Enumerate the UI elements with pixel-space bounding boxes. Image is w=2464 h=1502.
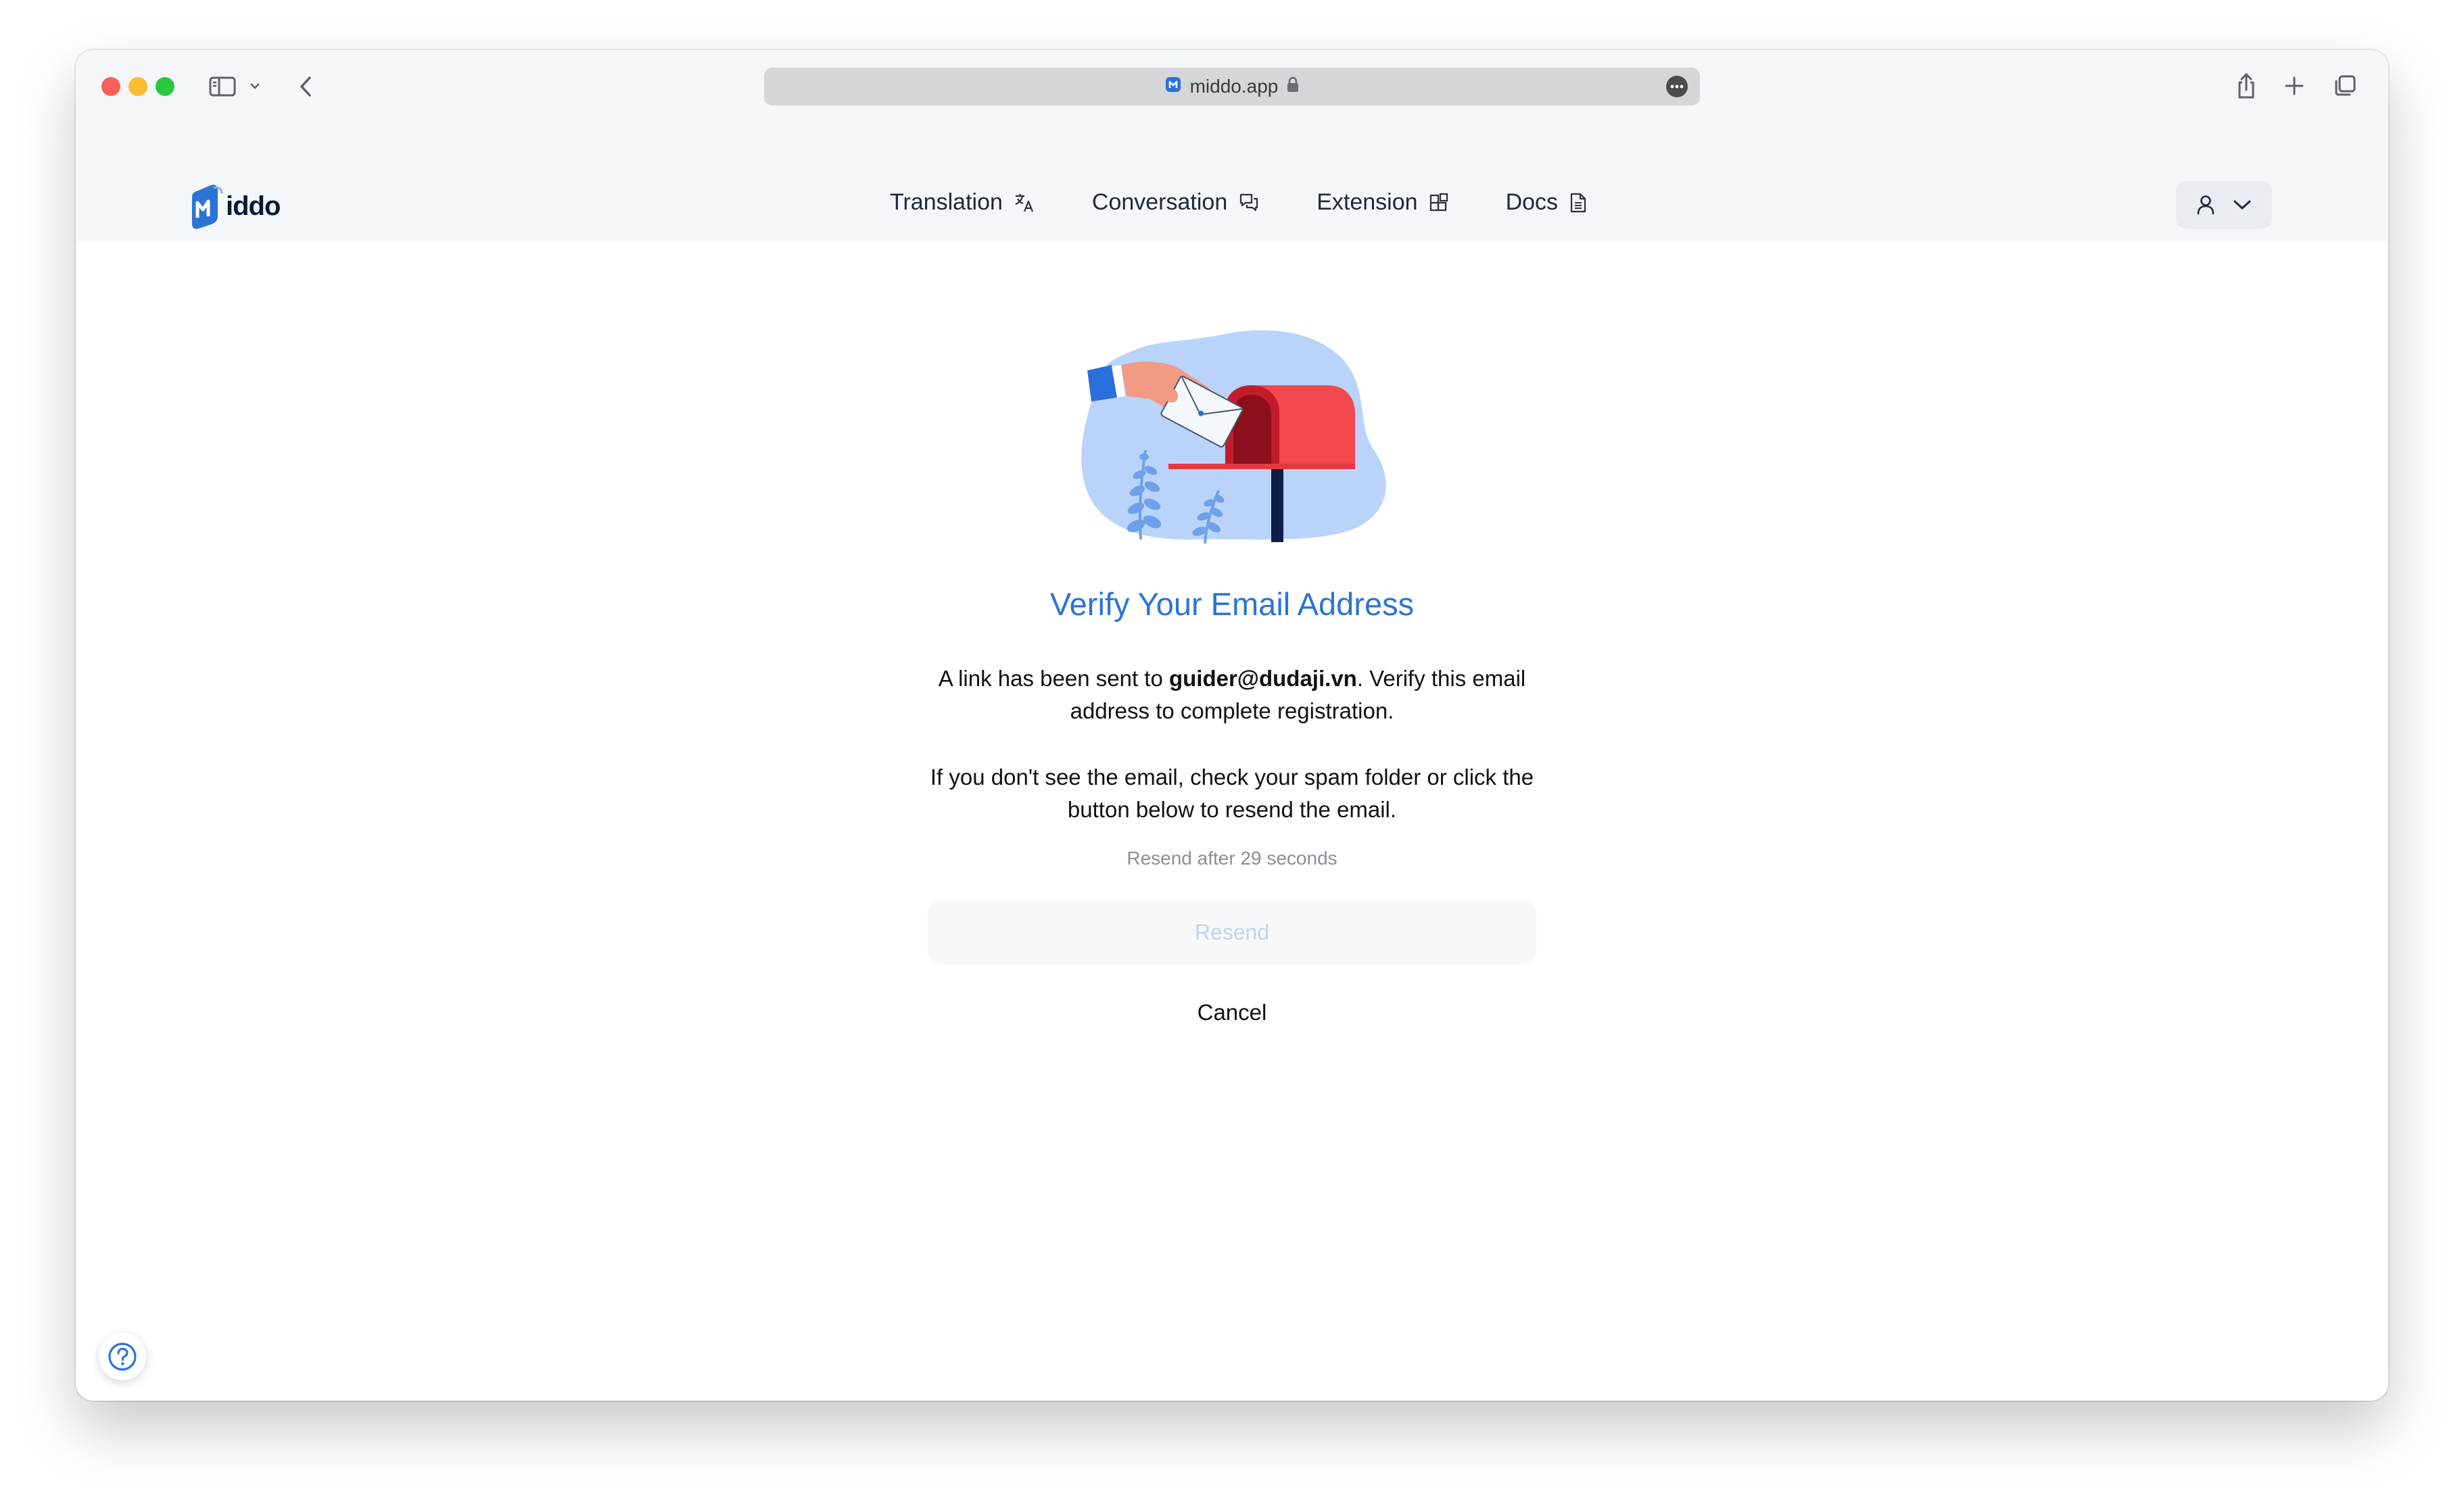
page-menu-button[interactable] — [1666, 76, 1688, 97]
close-window-button[interactable] — [101, 77, 120, 96]
nav-docs[interactable]: Docs — [1506, 189, 1588, 216]
help-button[interactable] — [99, 1333, 146, 1380]
nav-conversation-label: Conversation — [1091, 189, 1228, 215]
resend-button[interactable]: Resend — [928, 900, 1536, 965]
address-bar[interactable]: middo.app — [764, 68, 1700, 105]
sidebar-toggle-icon[interactable] — [208, 74, 237, 99]
zoom-window-button[interactable] — [156, 77, 174, 96]
chevron-down-icon[interactable] — [247, 78, 262, 93]
app-header: iddo Translation Conversation Extension … — [76, 124, 2388, 242]
lock-icon — [1286, 76, 1300, 97]
nav-extension[interactable]: Extension — [1317, 189, 1448, 216]
minimize-window-button[interactable] — [128, 77, 147, 96]
back-icon[interactable] — [293, 73, 318, 100]
main-nav: Translation Conversation Extension Docs — [76, 189, 2388, 216]
translate-icon — [1015, 193, 1033, 212]
nav-extension-label: Extension — [1317, 189, 1418, 215]
page-title: Verify Your Email Address — [1049, 586, 1415, 622]
nav-conversation[interactable]: Conversation — [1092, 189, 1260, 216]
url-text: middo.app — [1189, 76, 1279, 97]
user-icon — [2197, 195, 2214, 215]
user-menu-button[interactable] — [2176, 181, 2272, 228]
link-sent-prefix: A link has been sent to — [938, 666, 1169, 691]
chevron-down-icon — [2233, 200, 2251, 210]
help-icon — [108, 1342, 137, 1371]
resend-countdown: Resend after 29 seconds — [1127, 848, 1337, 869]
mailbox-illustration — [1081, 330, 1386, 544]
browser-toolbar: middo.app — [76, 50, 2388, 124]
verify-email-page: Verify Your Email Address A link has bee… — [76, 241, 2388, 1401]
screen: middo.app iddo Translation Conversation … — [0, 0, 2464, 1502]
chat-bubbles-icon — [1240, 193, 1258, 211]
site-favicon-icon — [1164, 76, 1182, 98]
cancel-button[interactable]: Cancel — [1164, 992, 1300, 1033]
nav-translation-label: Translation — [889, 189, 1003, 215]
email-address: guider@dudaji.vn — [1168, 666, 1357, 691]
extension-icon — [1429, 193, 1448, 211]
browser-window: middo.app iddo Translation Conversation … — [76, 50, 2388, 1401]
document-icon — [1570, 193, 1586, 212]
nav-translation[interactable]: Translation — [890, 189, 1035, 216]
nav-docs-label: Docs — [1505, 189, 1559, 215]
new-tab-icon[interactable] — [2281, 73, 2307, 99]
tab-overview-icon[interactable] — [2331, 73, 2359, 99]
link-sent-message: A link has been sent to guider@dudaji.vn… — [928, 662, 1536, 727]
share-icon[interactable] — [2233, 70, 2260, 101]
spam-hint-message: If you don't see the email, check your s… — [930, 765, 1534, 822]
